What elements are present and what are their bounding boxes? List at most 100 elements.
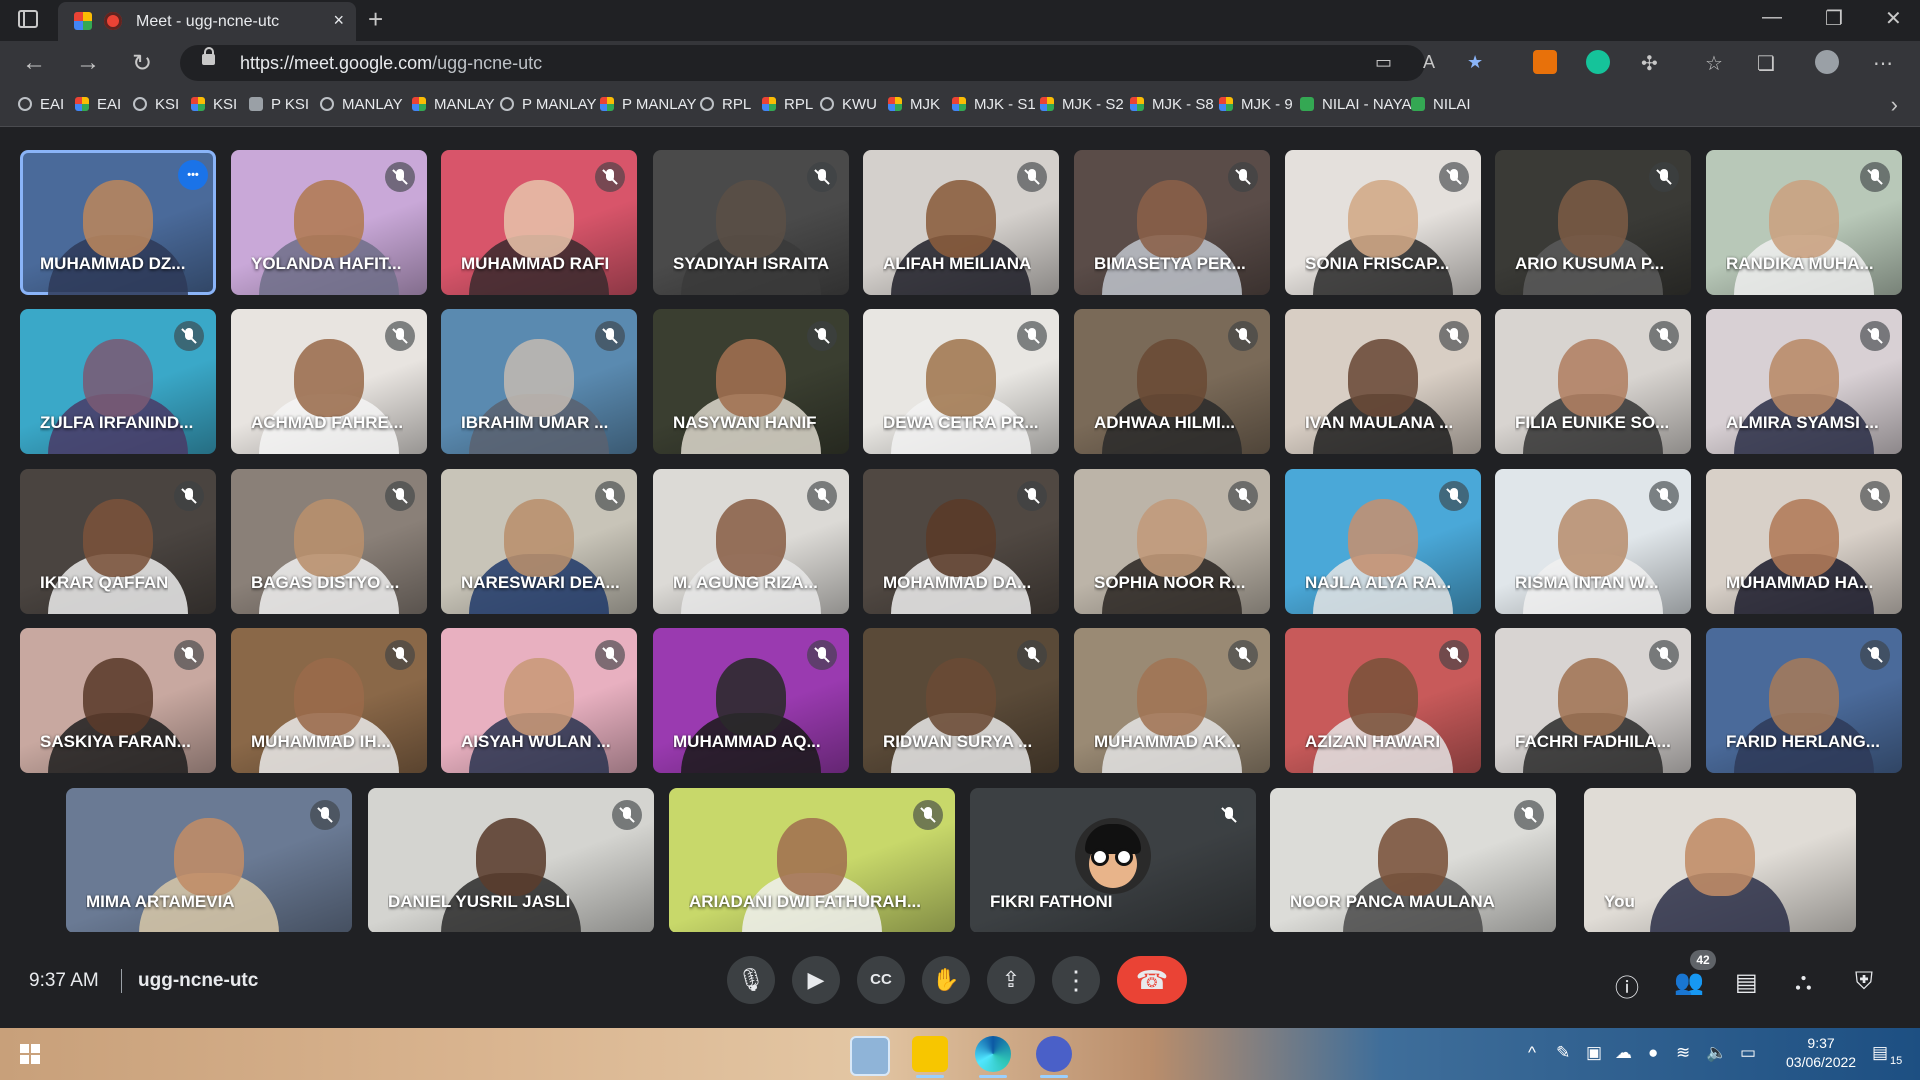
- participant-tile[interactable]: ADHWAA HILMI...: [1074, 309, 1270, 454]
- bookmark-item[interactable]: P MANLAY: [600, 96, 696, 113]
- profile-avatar[interactable]: [1815, 50, 1839, 74]
- participant-tile[interactable]: FIKRI FATHONI: [970, 788, 1256, 933]
- meet-tray-icon[interactable]: ▣: [1586, 1043, 1602, 1063]
- taskbar-app-icon[interactable]: [850, 1036, 890, 1076]
- bookmark-item[interactable]: NILAI - NAYA: [1300, 96, 1411, 113]
- participant-tile[interactable]: IVAN MAULANA ...: [1285, 309, 1481, 454]
- edge-browser-icon[interactable]: [975, 1036, 1011, 1072]
- bookmark-item[interactable]: EAI: [75, 96, 121, 113]
- participant-tile[interactable]: NOOR PANCA MAULANA: [1270, 788, 1556, 933]
- chat-icon[interactable]: ▤: [1735, 968, 1758, 997]
- participant-tile[interactable]: FACHRI FADHILA...: [1495, 628, 1691, 773]
- participant-tile[interactable]: DANIEL YUSRIL JASLI: [368, 788, 654, 933]
- participant-tile[interactable]: BIMASETYA PER...: [1074, 150, 1270, 295]
- participant-tile[interactable]: AISYAH WULAN ...: [441, 628, 637, 773]
- participant-tile[interactable]: MIMA ARTAMEVIA: [66, 788, 352, 933]
- participant-tile[interactable]: ALIFAH MEILIANA: [863, 150, 1059, 295]
- participant-tile[interactable]: ••• MUHAMMAD DZ...: [20, 150, 216, 295]
- participant-tile[interactable]: ARIO KUSUMA P...: [1495, 150, 1691, 295]
- start-windows-icon[interactable]: [20, 1044, 40, 1064]
- url-text[interactable]: https://meet.google.com/ugg-ncne-utc: [240, 53, 542, 74]
- meet-app-icon[interactable]: [1036, 1036, 1072, 1072]
- participant-tile[interactable]: ACHMAD FAHRE...: [231, 309, 427, 454]
- participant-tile[interactable]: SOPHIA NOOR R...: [1074, 469, 1270, 614]
- camera-button[interactable]: ▶: [792, 956, 840, 1004]
- participant-options-icon[interactable]: •••: [178, 160, 208, 190]
- extensions-puzzle-icon[interactable]: ✣: [1641, 51, 1658, 76]
- participant-tile[interactable]: DEWA CETRA PR...: [863, 309, 1059, 454]
- restore-icon[interactable]: ❐: [1825, 6, 1843, 31]
- camera-in-use-icon[interactable]: ▭: [1375, 52, 1392, 73]
- address-bar[interactable]: https://meet.google.com/ugg-ncne-utc ▭ A…: [180, 45, 1483, 81]
- participant-tile[interactable]: NAJLA ALYA RA...: [1285, 469, 1481, 614]
- wifi-icon[interactable]: ≋: [1676, 1043, 1690, 1063]
- window-close-icon[interactable]: ✕: [1885, 6, 1902, 31]
- minimize-icon[interactable]: —: [1762, 6, 1782, 29]
- bookmark-item[interactable]: MJK - 9: [1219, 96, 1293, 113]
- back-icon[interactable]: ←: [22, 49, 46, 77]
- bookmark-item[interactable]: KSI: [191, 96, 237, 113]
- participant-tile[interactable]: MUHAMMAD AQ...: [653, 628, 849, 773]
- extension-translate-icon[interactable]: [1533, 50, 1557, 74]
- bookmark-item[interactable]: MANLAY: [412, 96, 495, 113]
- more-options-button[interactable]: ⋮: [1052, 956, 1100, 1004]
- participant-tile[interactable]: MUHAMMAD HA...: [1706, 469, 1902, 614]
- new-tab-icon[interactable]: +: [368, 4, 383, 35]
- present-screen-button[interactable]: ⇪: [987, 956, 1035, 1004]
- battery-icon[interactable]: ▭: [1740, 1043, 1756, 1063]
- participant-tile[interactable]: YOLANDA HAFIT...: [231, 150, 427, 295]
- bookmark-item[interactable]: MJK: [888, 96, 940, 113]
- people-icon[interactable]: 👥: [1674, 968, 1704, 997]
- participant-tile[interactable]: ARIADANI DWI FATHURAH...: [669, 788, 955, 933]
- favorites-list-icon[interactable]: ☆: [1705, 51, 1723, 76]
- participant-tile[interactable]: ALMIRA SYAMSI ...: [1706, 309, 1902, 454]
- raise-hand-button[interactable]: ✋: [922, 956, 970, 1004]
- favorite-star-icon[interactable]: ★: [1467, 52, 1483, 73]
- bookmark-item[interactable]: MJK - S2: [1040, 96, 1124, 113]
- bookmark-item[interactable]: RPL: [762, 96, 813, 113]
- lock-icon[interactable]: [202, 47, 215, 65]
- bookmark-item[interactable]: KWU: [820, 96, 877, 113]
- bookmark-item[interactable]: P MANLAY: [500, 96, 596, 113]
- leave-call-button[interactable]: ☎: [1117, 956, 1187, 1004]
- read-aloud-icon[interactable]: A: [1423, 52, 1435, 73]
- bookmark-item[interactable]: P KSI: [249, 96, 309, 113]
- bookmark-item[interactable]: KSI: [133, 96, 179, 113]
- participant-tile[interactable]: NASYWAN HANIF: [653, 309, 849, 454]
- captions-button[interactable]: CC: [857, 956, 905, 1004]
- bookmark-item[interactable]: MJK - S8: [1130, 96, 1214, 113]
- participant-tile[interactable]: SYADIYAH ISRAITA: [653, 150, 849, 295]
- participant-tile[interactable]: You: [1584, 788, 1856, 933]
- microphone-button[interactable]: 🎙: [727, 956, 775, 1004]
- reload-icon[interactable]: ↻: [132, 49, 152, 78]
- onedrive-icon[interactable]: ☁: [1615, 1043, 1632, 1063]
- notifications-icon[interactable]: ▤: [1872, 1043, 1888, 1063]
- tab-actions-icon[interactable]: [18, 10, 38, 28]
- mic-tray-icon[interactable]: ●: [1648, 1043, 1658, 1063]
- forward-icon[interactable]: →: [76, 49, 100, 77]
- bookmark-item[interactable]: MANLAY: [320, 96, 403, 113]
- participant-tile[interactable]: MUHAMMAD AK...: [1074, 628, 1270, 773]
- bookmark-item[interactable]: RPL: [700, 96, 751, 113]
- participant-tile[interactable]: SONIA FRISCAP...: [1285, 150, 1481, 295]
- participant-tile[interactable]: BAGAS DISTYO ...: [231, 469, 427, 614]
- participant-tile[interactable]: NARESWARI DEA...: [441, 469, 637, 614]
- collections-icon[interactable]: ❏: [1757, 51, 1775, 76]
- participant-tile[interactable]: ZULFA IRFANIND...: [20, 309, 216, 454]
- participant-tile[interactable]: AZIZAN HAWARI: [1285, 628, 1481, 773]
- participant-tile[interactable]: IKRAR QAFFAN: [20, 469, 216, 614]
- settings-more-icon[interactable]: ⋯: [1873, 51, 1893, 76]
- show-hidden-icons-icon[interactable]: ^: [1528, 1043, 1536, 1063]
- participant-tile[interactable]: RISMA INTAN W...: [1495, 469, 1691, 614]
- participant-tile[interactable]: FILIA EUNIKE SO...: [1495, 309, 1691, 454]
- bookmark-item[interactable]: NILAI: [1411, 96, 1471, 113]
- participant-tile[interactable]: IBRAHIM UMAR ...: [441, 309, 637, 454]
- activities-icon[interactable]: ⛬: [1795, 968, 1812, 996]
- tab-close-icon[interactable]: ×: [333, 10, 344, 31]
- participant-tile[interactable]: MUHAMMAD IH...: [231, 628, 427, 773]
- sticky-notes-icon[interactable]: [912, 1036, 948, 1072]
- participant-tile[interactable]: FARID HERLANG...: [1706, 628, 1902, 773]
- participant-tile[interactable]: SASKIYA FARAN...: [20, 628, 216, 773]
- volume-icon[interactable]: 🔈: [1706, 1043, 1727, 1063]
- taskbar-clock[interactable]: 9:37 03/06/2022: [1786, 1034, 1856, 1072]
